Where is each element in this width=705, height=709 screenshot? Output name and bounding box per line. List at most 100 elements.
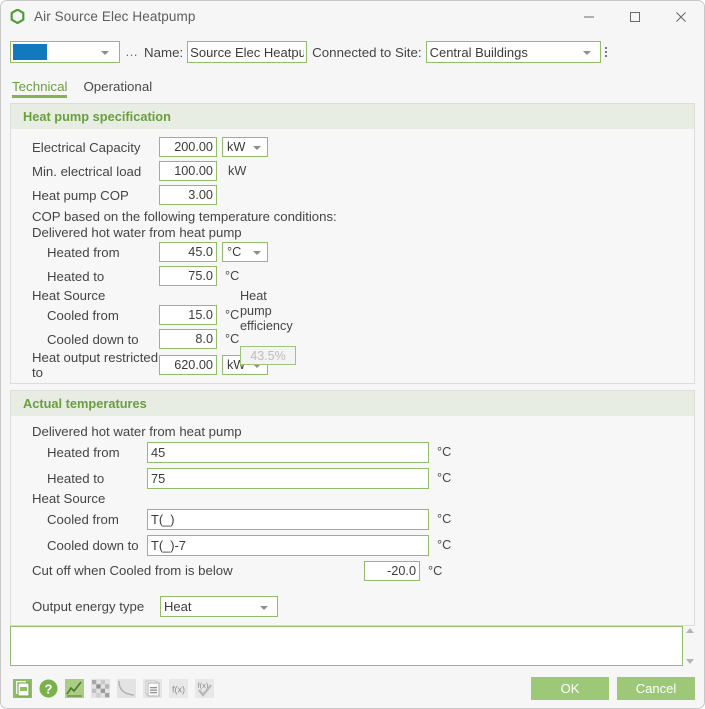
grid-icon[interactable] [90,678,111,699]
actual-cooled-from-input[interactable] [147,508,429,530]
spec-heated-from-input[interactable] [159,242,217,262]
spec-panel-body: Electrical Capacity kW Min. electrical l… [11,129,694,383]
heat-output-input[interactable] [159,354,217,375]
cop-note: COP based on the following temperature c… [32,209,337,224]
spec-cooled-from-label: Cooled from [47,307,119,323]
dialog-window: Air Source Elec Heatpump … Name: Source … [0,0,705,709]
row-spec-cooled-from: Cooled from °C [11,303,694,327]
function-check-icon[interactable]: f(x) [194,678,215,699]
actual-delivered-note: Delivered hot water from heat pump [32,424,242,439]
report-icon[interactable] [142,678,163,699]
colour-more-button[interactable]: … [125,45,139,58]
site-value: Central Buildings [429,44,528,60]
spec-heated-from-unit: °C [227,245,242,259]
close-icon [676,11,686,22]
row-actual-cooled-down-to: Cooled down to °C [11,532,694,558]
row-actual-heated-from: Heated from °C [11,439,694,465]
name-label: Name: [144,44,184,60]
chevron-down-icon [253,251,261,255]
title-bar: Air Source Elec Heatpump [1,1,704,32]
actual-cooled-down-to-input[interactable] [147,534,429,556]
spec-heated-from-unit-select[interactable]: °C [222,242,268,262]
row-output-energy-type: Output energy type Heat [11,583,694,617]
tab-operational[interactable]: Operational [83,79,152,97]
chevron-down-icon [582,51,591,55]
notes-input[interactable] [10,626,683,666]
curve-icon[interactable] [116,678,137,699]
spec-heat-source-note: Heat Source [32,288,106,303]
window-title: Air Source Elec Heatpump [34,9,196,24]
maximize-button[interactable] [612,1,658,32]
min-electrical-load-unit: kW [228,164,247,178]
scroll-up-icon[interactable] [685,628,694,633]
electrical-capacity-unit-select[interactable]: kW [222,137,268,157]
help-icon[interactable]: ? [38,678,59,699]
row-cut-off: Cut off when Cooled from is below °C [11,558,694,583]
chevron-down-icon [101,51,109,55]
chevron-down-icon [253,146,261,150]
notes-scrollbar[interactable] [683,626,696,666]
function-icon[interactable]: f(x) [168,678,189,699]
spec-heated-to-input[interactable] [159,266,217,286]
spec-cooled-down-to-input[interactable] [159,329,217,349]
site-options-handle[interactable] [604,47,607,57]
svg-text:?: ? [45,681,53,696]
scroll-down-icon[interactable] [685,659,694,664]
bottom-toolbar: ? f(x) f(x) OK Cancel [1,668,704,708]
actual-heated-to-unit: °C [437,471,452,485]
spec-cooled-from-unit: °C [225,308,240,322]
row-electrical-capacity: Electrical Capacity kW [11,135,694,159]
actual-cooled-from-unit: °C [437,512,452,526]
heat-output-label: Heat output restricted to [32,349,159,380]
efficiency-label: Heat pump efficiency [240,289,293,333]
cut-off-label: Cut off when Cooled from is below [32,563,233,578]
heat-pump-cop-input[interactable] [159,185,217,205]
actual-heated-to-input[interactable] [147,467,429,489]
actual-cooled-from-label: Cooled from [47,511,119,527]
row-spec-cooled-down-to: Cooled down to °C [11,327,694,351]
electrical-capacity-unit: kW [227,140,246,154]
spec-heated-to-label: Heated to [47,268,105,284]
document-icon[interactable] [12,678,33,699]
maximize-icon [630,11,640,22]
actual-panel-body: Delivered hot water from heat pump Heate… [11,416,694,625]
ok-button[interactable]: OK [531,676,609,700]
colour-select[interactable] [10,41,120,63]
cancel-button[interactable]: Cancel [617,676,695,700]
actual-cooled-down-to-label: Cooled down to [47,537,139,553]
name-input[interactable] [187,41,308,63]
spec-cooled-from-input[interactable] [159,305,217,325]
row-heat-pump-cop: Heat pump COP [11,183,694,207]
min-electrical-load-label: Min. electrical load [32,163,142,179]
tool-buttons: ? f(x) f(x) [1,678,215,699]
spec-panel: Heat pump specification Electrical Capac… [10,103,695,384]
electrical-capacity-input[interactable] [159,137,217,157]
output-energy-type-select[interactable]: Heat [160,596,278,617]
colour-swatch [13,44,47,60]
actual-heated-to-label: Heated to [47,470,105,486]
actual-cooled-down-to-unit: °C [437,538,452,552]
row-actual-heated-to: Heated to °C [11,465,694,491]
row-actual-cooled-from: Cooled from °C [11,506,694,532]
actual-heated-from-input[interactable] [147,441,429,463]
minimize-button[interactable] [566,1,612,32]
actual-heated-from-unit: °C [437,445,452,459]
window-controls [566,1,704,32]
dialog-actions: OK Cancel [531,676,695,700]
tab-technical[interactable]: Technical [12,79,68,98]
header-row: … Name: Connected to Site: Central Build… [1,37,704,67]
min-electrical-load-input[interactable] [159,161,217,181]
hexagon-ring-icon [10,9,25,24]
tab-bar: Technical Operational [1,73,704,98]
spec-delivered-note: Delivered hot water from heat pump [32,225,242,240]
site-select[interactable]: Central Buildings [425,41,601,63]
row-spec-heated-to: Heated to °C [11,264,694,288]
spec-cooled-down-to-label: Cooled down to [47,331,139,347]
close-button[interactable] [658,1,704,32]
electrical-capacity-label: Electrical Capacity [32,139,141,155]
heat-pump-cop-label: Heat pump COP [32,187,129,203]
chart-icon[interactable] [64,678,85,699]
cut-off-input[interactable] [364,560,420,581]
site-label: Connected to Site: [312,44,422,60]
notes-area [10,626,696,666]
